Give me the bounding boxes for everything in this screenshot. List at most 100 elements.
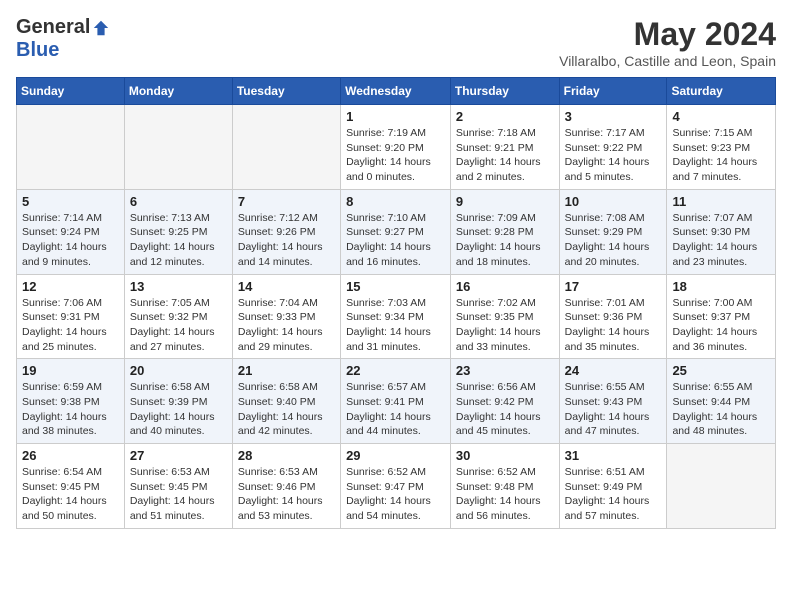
- calendar-day-cell: [667, 444, 776, 529]
- calendar-week-row: 19 Sunrise: 6:59 AMSunset: 9:38 PMDayligh…: [17, 359, 776, 444]
- day-info: Sunrise: 6:58 AMSunset: 9:39 PMDaylight:…: [130, 380, 227, 439]
- day-number: 3: [565, 109, 662, 124]
- day-number: 24: [565, 363, 662, 378]
- day-number: 6: [130, 194, 227, 209]
- calendar-day-cell: 21 Sunrise: 6:58 AMSunset: 9:40 PMDayligh…: [232, 359, 340, 444]
- day-info: Sunrise: 7:04 AMSunset: 9:33 PMDaylight:…: [238, 296, 335, 355]
- calendar-day-cell: 27Sunrise: 6:53 AMSunset: 9:45 PMDayligh…: [124, 444, 232, 529]
- header-saturday: Saturday: [667, 78, 776, 105]
- calendar-day-cell: 3 Sunrise: 7:17 AMSunset: 9:22 PMDaylight…: [559, 105, 667, 190]
- calendar-header-row: Sunday Monday Tuesday Wednesday Thursday…: [17, 78, 776, 105]
- title-area: May 2024 Villaralbo, Castille and Leon, …: [559, 16, 776, 69]
- day-info: Sunrise: 7:18 AMSunset: 9:21 PMDaylight:…: [456, 126, 554, 185]
- calendar-week-row: 5 Sunrise: 7:14 AMSunset: 9:24 PMDaylight…: [17, 189, 776, 274]
- day-info: Sunrise: 6:58 AMSunset: 9:40 PMDaylight:…: [238, 380, 335, 439]
- calendar-day-cell: 6Sunrise: 7:13 AMSunset: 9:25 PMDaylight…: [124, 189, 232, 274]
- calendar-day-cell: 23Sunrise: 6:56 AMSunset: 9:42 PMDayligh…: [450, 359, 559, 444]
- day-info: Sunrise: 7:15 AMSunset: 9:23 PMDaylight:…: [672, 126, 770, 185]
- calendar-day-cell: 15 Sunrise: 7:03 AMSunset: 9:34 PMDayligh…: [341, 274, 451, 359]
- day-number: 12: [22, 279, 119, 294]
- header-monday: Monday: [124, 78, 232, 105]
- day-number: 21: [238, 363, 335, 378]
- day-number: 17: [565, 279, 662, 294]
- calendar-day-cell: 28 Sunrise: 6:53 AMSunset: 9:46 PMDayligh…: [232, 444, 340, 529]
- logo-blue-text: Blue: [16, 39, 59, 62]
- day-info: Sunrise: 7:06 AMSunset: 9:31 PMDaylight:…: [22, 296, 119, 355]
- header-tuesday: Tuesday: [232, 78, 340, 105]
- day-info: Sunrise: 7:05 AMSunset: 9:32 PMDaylight:…: [130, 296, 227, 355]
- day-number: 29: [346, 448, 445, 463]
- day-info: Sunrise: 7:17 AMSunset: 9:22 PMDaylight:…: [565, 126, 662, 185]
- logo-icon: [92, 19, 110, 37]
- calendar-day-cell: [232, 105, 340, 190]
- day-number: 7: [238, 194, 335, 209]
- calendar-day-cell: 8 Sunrise: 7:10 AMSunset: 9:27 PMDaylight…: [341, 189, 451, 274]
- month-title: May 2024: [559, 16, 776, 53]
- calendar-day-cell: 20 Sunrise: 6:58 AMSunset: 9:39 PMDayligh…: [124, 359, 232, 444]
- day-info: Sunrise: 7:00 AMSunset: 9:37 PMDaylight:…: [672, 296, 770, 355]
- calendar-day-cell: 9 Sunrise: 7:09 AMSunset: 9:28 PMDaylight…: [450, 189, 559, 274]
- day-number: 13: [130, 279, 227, 294]
- day-number: 5: [22, 194, 119, 209]
- calendar-day-cell: 2Sunrise: 7:18 AMSunset: 9:21 PMDaylight…: [450, 105, 559, 190]
- calendar-day-cell: 19 Sunrise: 6:59 AMSunset: 9:38 PMDayligh…: [17, 359, 125, 444]
- calendar-day-cell: 24 Sunrise: 6:55 AMSunset: 9:43 PMDayligh…: [559, 359, 667, 444]
- day-info: Sunrise: 7:19 AMSunset: 9:20 PMDaylight:…: [346, 126, 445, 185]
- day-info: Sunrise: 7:03 AMSunset: 9:34 PMDaylight:…: [346, 296, 445, 355]
- day-number: 1: [346, 109, 445, 124]
- day-info: Sunrise: 6:59 AMSunset: 9:38 PMDaylight:…: [22, 380, 119, 439]
- calendar-day-cell: 11 Sunrise: 7:07 AMSunset: 9:30 PMDayligh…: [667, 189, 776, 274]
- day-number: 8: [346, 194, 445, 209]
- header-wednesday: Wednesday: [341, 78, 451, 105]
- day-info: Sunrise: 7:14 AMSunset: 9:24 PMDaylight:…: [22, 211, 119, 270]
- calendar-day-cell: [124, 105, 232, 190]
- day-info: Sunrise: 7:10 AMSunset: 9:27 PMDaylight:…: [346, 211, 445, 270]
- day-number: 14: [238, 279, 335, 294]
- day-info: Sunrise: 6:54 AMSunset: 9:45 PMDaylight:…: [22, 465, 119, 524]
- calendar-day-cell: 17 Sunrise: 7:01 AMSunset: 9:36 PMDayligh…: [559, 274, 667, 359]
- logo-general-text: General: [16, 16, 90, 39]
- day-info: Sunrise: 6:56 AMSunset: 9:42 PMDaylight:…: [456, 380, 554, 439]
- day-info: Sunrise: 7:07 AMSunset: 9:30 PMDaylight:…: [672, 211, 770, 270]
- header-thursday: Thursday: [450, 78, 559, 105]
- calendar-table: Sunday Monday Tuesday Wednesday Thursday…: [16, 77, 776, 529]
- day-number: 15: [346, 279, 445, 294]
- calendar-day-cell: 25Sunrise: 6:55 AMSunset: 9:44 PMDayligh…: [667, 359, 776, 444]
- day-info: Sunrise: 6:53 AMSunset: 9:46 PMDaylight:…: [238, 465, 335, 524]
- day-number: 22: [346, 363, 445, 378]
- day-number: 11: [672, 194, 770, 209]
- day-info: Sunrise: 6:51 AMSunset: 9:49 PMDaylight:…: [565, 465, 662, 524]
- calendar-day-cell: 12 Sunrise: 7:06 AMSunset: 9:31 PMDayligh…: [17, 274, 125, 359]
- day-number: 10: [565, 194, 662, 209]
- calendar-day-cell: 26 Sunrise: 6:54 AMSunset: 9:45 PMDayligh…: [17, 444, 125, 529]
- calendar-day-cell: 4 Sunrise: 7:15 AMSunset: 9:23 PMDaylight…: [667, 105, 776, 190]
- calendar-day-cell: 10 Sunrise: 7:08 AMSunset: 9:29 PMDayligh…: [559, 189, 667, 274]
- day-number: 30: [456, 448, 554, 463]
- page-header: General Blue May 2024 Villaralbo, Castil…: [16, 16, 776, 69]
- day-info: Sunrise: 6:53 AMSunset: 9:45 PMDaylight:…: [130, 465, 227, 524]
- calendar-day-cell: 31Sunrise: 6:51 AMSunset: 9:49 PMDayligh…: [559, 444, 667, 529]
- day-number: 9: [456, 194, 554, 209]
- day-info: Sunrise: 6:52 AMSunset: 9:47 PMDaylight:…: [346, 465, 445, 524]
- day-number: 4: [672, 109, 770, 124]
- day-number: 28: [238, 448, 335, 463]
- day-info: Sunrise: 6:55 AMSunset: 9:43 PMDaylight:…: [565, 380, 662, 439]
- calendar-week-row: 1 Sunrise: 7:19 AMSunset: 9:20 PMDaylight…: [17, 105, 776, 190]
- location-subtitle: Villaralbo, Castille and Leon, Spain: [559, 53, 776, 69]
- day-info: Sunrise: 7:09 AMSunset: 9:28 PMDaylight:…: [456, 211, 554, 270]
- calendar-week-row: 26 Sunrise: 6:54 AMSunset: 9:45 PMDayligh…: [17, 444, 776, 529]
- day-number: 18: [672, 279, 770, 294]
- day-number: 19: [22, 363, 119, 378]
- day-number: 20: [130, 363, 227, 378]
- day-number: 25: [672, 363, 770, 378]
- day-number: 26: [22, 448, 119, 463]
- day-info: Sunrise: 7:01 AMSunset: 9:36 PMDaylight:…: [565, 296, 662, 355]
- calendar-week-row: 12 Sunrise: 7:06 AMSunset: 9:31 PMDayligh…: [17, 274, 776, 359]
- calendar-day-cell: 5 Sunrise: 7:14 AMSunset: 9:24 PMDaylight…: [17, 189, 125, 274]
- calendar-day-cell: 22 Sunrise: 6:57 AMSunset: 9:41 PMDayligh…: [341, 359, 451, 444]
- calendar-day-cell: 7Sunrise: 7:12 AMSunset: 9:26 PMDaylight…: [232, 189, 340, 274]
- day-info: Sunrise: 7:02 AMSunset: 9:35 PMDaylight:…: [456, 296, 554, 355]
- calendar-day-cell: 13 Sunrise: 7:05 AMSunset: 9:32 PMDayligh…: [124, 274, 232, 359]
- day-info: Sunrise: 7:08 AMSunset: 9:29 PMDaylight:…: [565, 211, 662, 270]
- day-info: Sunrise: 6:57 AMSunset: 9:41 PMDaylight:…: [346, 380, 445, 439]
